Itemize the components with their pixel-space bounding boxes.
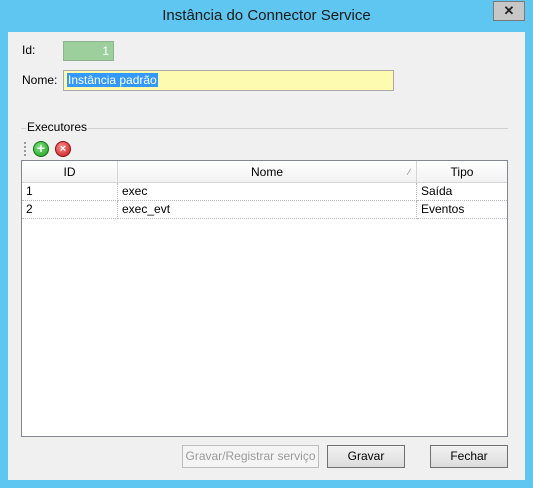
row-id: 1 xyxy=(22,183,118,201)
column-header-tipo[interactable]: Tipo xyxy=(417,161,507,183)
add-circle-icon[interactable]: + xyxy=(33,141,49,157)
id-field: 1 xyxy=(63,41,114,61)
title-bar[interactable]: Instância do Connector Service ✕ xyxy=(0,0,533,32)
column-header-nome[interactable]: Nome ⁄ xyxy=(118,161,417,183)
dialog-body: Id: 1 Nome: Instância padrão Executores … xyxy=(8,32,525,480)
row-nome: exec_evt xyxy=(118,201,417,219)
row-tipo: Eventos xyxy=(417,201,507,219)
sort-indicator-icon: ⁄ xyxy=(408,167,410,177)
toolbar-grip[interactable] xyxy=(24,142,28,156)
name-input[interactable]: Instância padrão xyxy=(63,70,394,91)
table-row[interactable]: 1 exec Saída xyxy=(22,183,507,201)
close-icon: ✕ xyxy=(503,3,515,18)
close-button[interactable]: Fechar xyxy=(430,445,508,468)
row-id: 2 xyxy=(22,201,118,219)
row-nome: exec xyxy=(118,183,417,201)
window-title: Instância do Connector Service xyxy=(162,7,371,24)
name-label: Nome: xyxy=(22,73,58,87)
name-input-selected-text: Instância padrão xyxy=(67,73,158,87)
group-divider xyxy=(21,128,508,129)
dialog-window: Instância do Connector Service ✕ Id: 1 N… xyxy=(0,0,533,488)
executors-group-label: Executores xyxy=(26,120,89,134)
close-window-button[interactable]: ✕ xyxy=(493,1,525,21)
column-header-id[interactable]: ID xyxy=(22,161,118,183)
executors-grid[interactable]: ID Nome ⁄ Tipo 1 exec Saída 2 exec_evt Ev… xyxy=(21,160,508,437)
save-button[interactable]: Gravar xyxy=(327,445,405,468)
table-row[interactable]: 2 exec_evt Eventos xyxy=(22,201,507,219)
executors-toolbar: + × xyxy=(22,138,508,160)
delete-circle-icon[interactable]: × xyxy=(55,141,71,157)
register-service-button[interactable]: Gravar/Registrar serviço xyxy=(182,445,319,468)
grid-header: ID Nome ⁄ Tipo xyxy=(22,161,507,183)
row-tipo: Saída xyxy=(417,183,507,201)
id-label: Id: xyxy=(22,43,36,57)
